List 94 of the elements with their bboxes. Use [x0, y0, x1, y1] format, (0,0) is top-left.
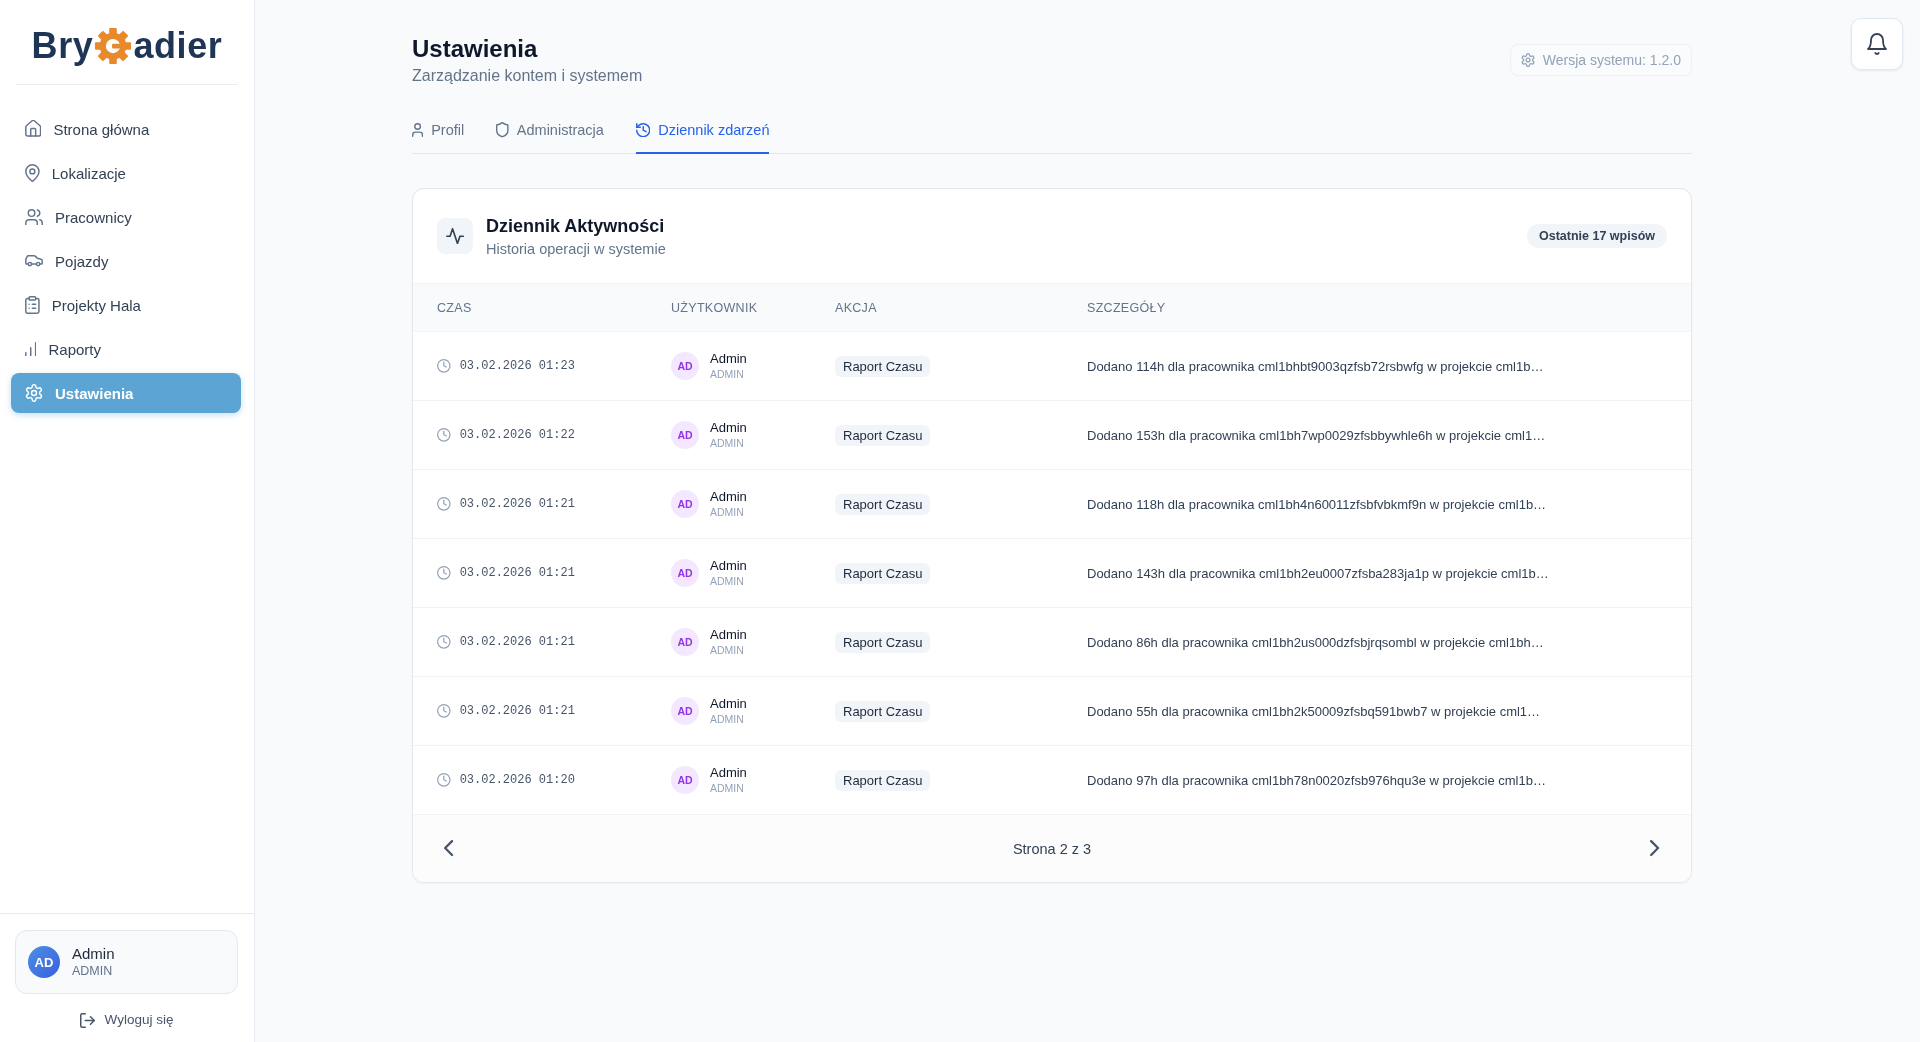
- user-name: Admin: [710, 627, 747, 643]
- avatar: AD: [671, 766, 699, 794]
- nav-item[interactable]: Strona główna: [11, 109, 241, 149]
- tab[interactable]: Profil: [412, 110, 465, 154]
- avatar: AD: [671, 490, 699, 518]
- nav-item[interactable]: Raporty: [11, 329, 241, 369]
- settings-icon: [25, 384, 44, 402]
- activity-icon: [437, 218, 473, 254]
- clock-icon: [437, 428, 451, 442]
- user-role: ADMIN: [710, 367, 744, 381]
- user-role: ADMIN: [710, 712, 744, 726]
- action-tag: Raport Czasu: [835, 562, 931, 584]
- user-role: ADMIN: [72, 963, 113, 979]
- chevron-left-icon: [444, 840, 454, 857]
- user-name: Admin: [710, 765, 747, 781]
- clock-icon: [437, 359, 451, 373]
- clock-icon: [437, 773, 451, 787]
- avatar: AD: [671, 559, 699, 587]
- clock-icon: [437, 704, 451, 718]
- logo-text: adier: [133, 26, 223, 66]
- column-header: UŻYTKOWNIK: [671, 300, 759, 315]
- nav-item[interactable]: Pojazdy: [11, 241, 241, 281]
- time-cell: 03.02.2026 01:20: [459, 773, 575, 787]
- logout-button[interactable]: Wyloguj się: [79, 1010, 174, 1030]
- time-cell: 03.02.2026 01:23: [459, 359, 575, 373]
- card-subtitle: Historia operacji w systemie: [486, 240, 666, 259]
- details-cell: Dodano 143h dla pracownika cml1bh2eu0007zfsba283ja1p w projekcie cml1b…: [1087, 565, 1549, 581]
- clock-icon: [437, 497, 451, 511]
- details-cell: Dodano 86h dla pracownika cml1bh2us000dzfsbjrqsombl w projekcie cml1bh…: [1087, 634, 1544, 650]
- bell-icon: [1867, 33, 1887, 55]
- action-tag: Raport Czasu: [835, 424, 931, 446]
- page-subtitle: Zarządzanie kontem i systemem: [412, 66, 643, 86]
- tab[interactable]: Dziennik zdarzeń: [635, 110, 770, 154]
- details-cell: Dodano 114h dla pracownika cml1bhbt9003qzfsb72rsbwfg w projekcie cml1b…: [1087, 358, 1544, 374]
- user-icon: [412, 123, 424, 137]
- tab[interactable]: Administracja: [496, 110, 604, 154]
- avatar: AD: [671, 421, 699, 449]
- time-cell: 03.02.2026 01:21: [459, 635, 575, 649]
- avatar: AD: [671, 628, 699, 656]
- column-header: AKCJA: [835, 300, 878, 315]
- details-cell: Dodano 55h dla pracownika cml1bh2k50009zfsbq591bwb7 w projekcie cml1…: [1087, 703, 1541, 719]
- details-cell: Dodano 118h dla pracownika cml1bh4n60011zfsbfvbkmf9n w projekcie cml1b…: [1087, 496, 1547, 512]
- car-icon: [25, 255, 44, 267]
- bar-chart-icon: [25, 341, 37, 357]
- entries-count-badge: Ostatnie 17 wpisów: [1527, 224, 1667, 248]
- user-role: ADMIN: [710, 781, 744, 795]
- home-icon: [25, 120, 42, 138]
- user-role: ADMIN: [710, 436, 744, 450]
- time-cell: 03.02.2026 01:22: [459, 428, 575, 442]
- card-title: Dziennik Aktywności: [486, 215, 666, 238]
- nav-item[interactable]: Lokalizacje: [11, 153, 241, 193]
- action-tag: Raport Czasu: [835, 769, 931, 791]
- notifications-button[interactable]: [1851, 18, 1903, 70]
- time-cell: 03.02.2026 01:21: [459, 497, 575, 511]
- clock-icon: [437, 635, 451, 649]
- avatar: AD: [28, 946, 60, 978]
- action-tag: Raport Czasu: [835, 631, 931, 653]
- shield-icon: [496, 122, 509, 138]
- details-cell: Dodano 153h dla pracownika cml1bh7wp0029zfsbbywhle6h w projekcie cml1…: [1087, 427, 1546, 443]
- version-text: Wersja systemu: 1.2.0: [1542, 52, 1681, 68]
- user-name: Admin: [710, 351, 747, 367]
- action-tag: Raport Czasu: [835, 700, 931, 722]
- user-role: ADMIN: [710, 574, 744, 588]
- nav-item[interactable]: Pracownicy: [11, 197, 241, 237]
- action-tag: Raport Czasu: [835, 355, 931, 377]
- avatar: AD: [671, 697, 699, 725]
- page-indicator: Strona 2 z 3: [1012, 840, 1092, 857]
- column-header: CZAS: [437, 300, 473, 315]
- page-title: Ustawienia: [412, 34, 539, 64]
- user-name: Admin: [710, 489, 747, 505]
- settings-icon: [1520, 52, 1535, 68]
- user-name: Admin: [72, 945, 115, 963]
- chevron-right-icon: [1650, 840, 1660, 857]
- column-header: SZCZEGÓŁY: [1087, 300, 1167, 315]
- nav-item[interactable]: Projekty Hala: [11, 285, 241, 325]
- user-card[interactable]: AD Admin ADMIN: [15, 930, 238, 994]
- user-name: Admin: [710, 558, 747, 574]
- user-name: Admin: [710, 696, 747, 712]
- time-cell: 03.02.2026 01:21: [459, 704, 575, 718]
- map-pin-icon: [25, 164, 40, 182]
- history-icon: [635, 122, 651, 138]
- logout-icon: [79, 1012, 95, 1028]
- user-name: Admin: [710, 420, 747, 436]
- details-cell: Dodano 97h dla pracownika cml1bh78n0020zfsb976hqu3e w projekcie cml1b…: [1087, 772, 1546, 788]
- logo-text: Bry: [31, 26, 94, 66]
- action-tag: Raport Czasu: [835, 493, 931, 515]
- avatar: AD: [671, 352, 699, 380]
- user-role: ADMIN: [710, 505, 744, 519]
- clock-icon: [437, 566, 451, 580]
- users-icon: [25, 208, 44, 226]
- logo-gear-icon: [94, 26, 133, 66]
- clipboard-icon: [25, 296, 40, 314]
- time-cell: 03.02.2026 01:21: [459, 566, 575, 580]
- user-role: ADMIN: [710, 643, 744, 657]
